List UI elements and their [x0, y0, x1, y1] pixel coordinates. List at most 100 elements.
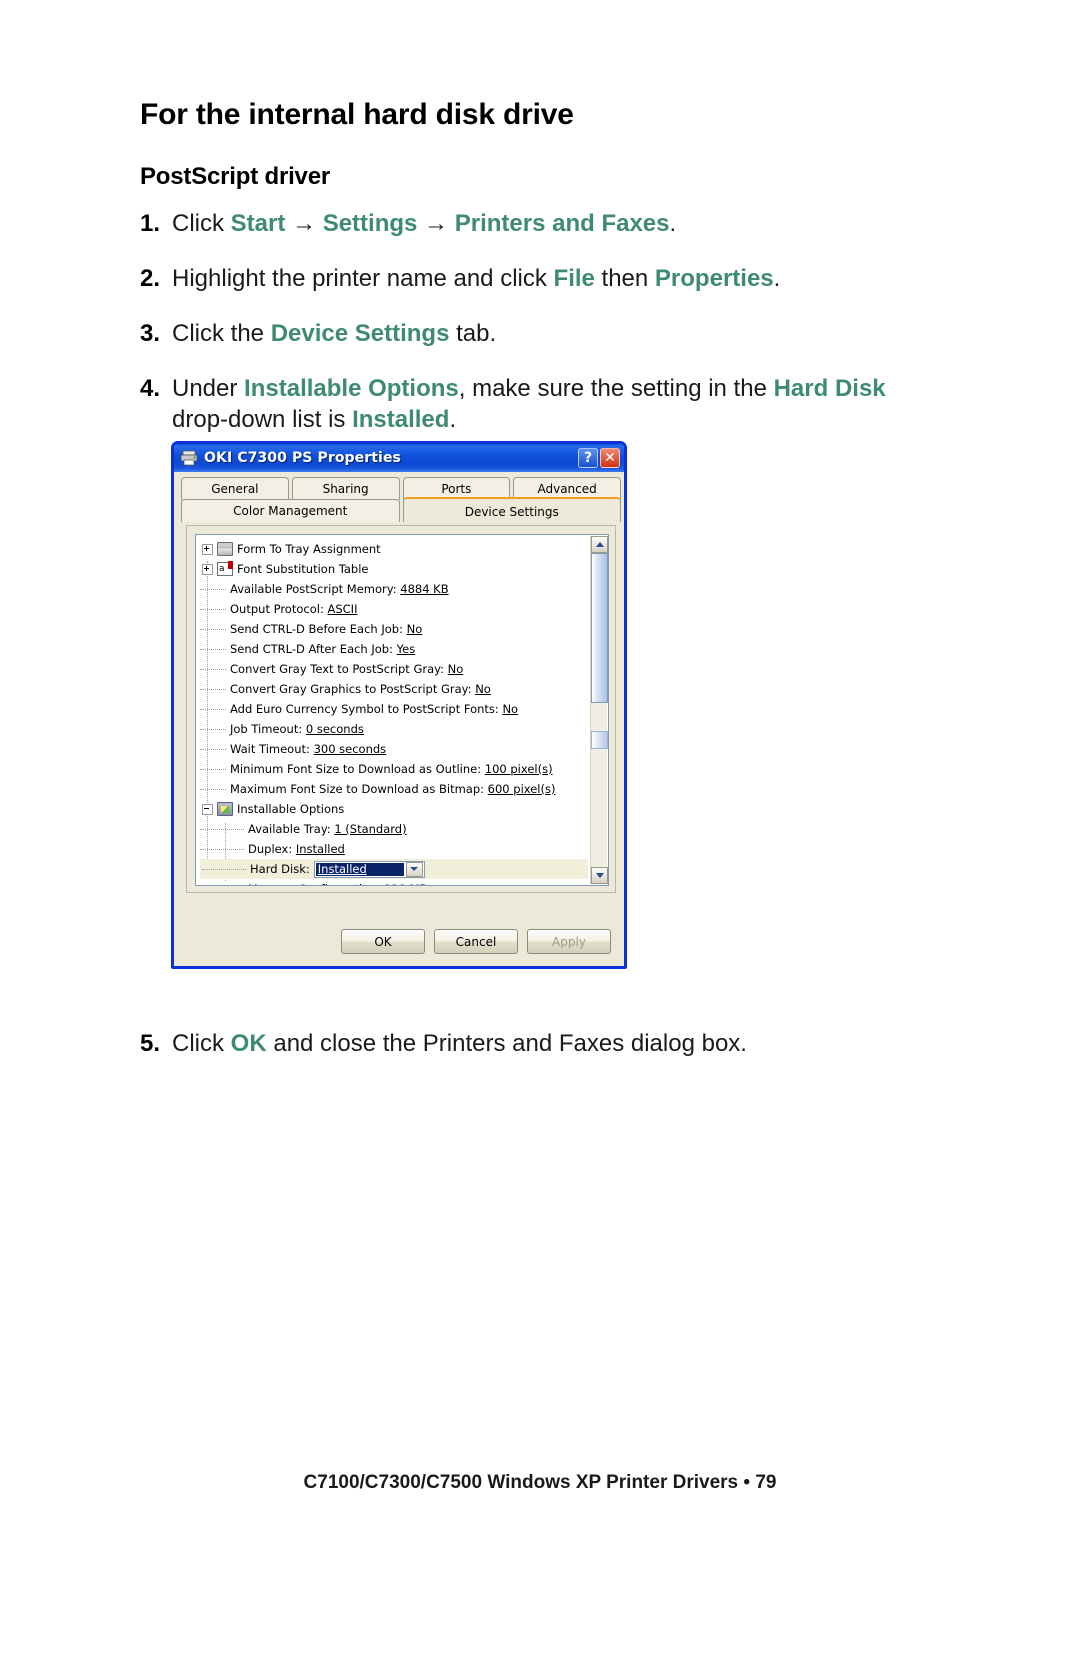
body-text: . [773, 265, 781, 292]
tree-item-hard-disk[interactable]: Hard Disk: Installed [200, 859, 588, 879]
step-text: Click the Device Settings tab. [172, 320, 496, 347]
help-icon[interactable]: ? [578, 448, 598, 468]
tree-connector [200, 748, 226, 750]
tab-color-management[interactable]: Color Management [181, 499, 400, 522]
tree-item-value-text: No [447, 662, 464, 676]
tree-item-value-text: 300 seconds [313, 742, 387, 756]
settings-tree-items: Form To Tray Assignment a Font Substitutio… [196, 537, 588, 885]
body-text: → [285, 210, 323, 237]
hard-disk-dropdown[interactable]: Installed [313, 860, 425, 878]
step-4: 4. Under Installable Options, make sure t… [140, 373, 900, 435]
apply-button: Apply [527, 929, 611, 954]
dropdown-selected-value: Installed [315, 862, 404, 876]
step-number: 4. [140, 375, 161, 402]
tree-item-duplex[interactable]: Duplex: Installed [200, 839, 588, 859]
tree-item-installable-options[interactable]: Installable Options [200, 799, 588, 819]
tree-item-send-ctrl-d-before[interactable]: Send CTRL-D Before Each Job: No [200, 619, 588, 639]
scroll-up-icon[interactable] [591, 536, 608, 553]
scrollbar-thumb[interactable] [591, 553, 608, 703]
tree-item-job-timeout[interactable]: Job Timeout: 0 seconds [200, 719, 588, 739]
tree-item-label: Add Euro Currency Symbol to PostScript F… [230, 702, 499, 716]
tree-item-convert-gray-graphics[interactable]: Convert Gray Graphics to PostScript Gray… [200, 679, 588, 699]
tree-connector [200, 708, 226, 710]
step-number: 1. [140, 210, 161, 237]
body-text: Under [172, 375, 245, 402]
tab-device-settings[interactable]: Device Settings [402, 497, 621, 522]
tree-item-value-text: No [475, 682, 491, 696]
chevron-down-icon[interactable] [405, 861, 423, 877]
body-text: Click [172, 1030, 231, 1057]
emphasis-text: Printers and Faxes [454, 210, 670, 237]
tree-item-value-text: No [406, 622, 423, 636]
ok-button[interactable]: OK [341, 929, 425, 954]
step-1: 1. Click Start → Settings → Printers and … [140, 208, 900, 239]
body-text: Highlight the printer name and click [172, 265, 554, 292]
tree-connector [200, 588, 226, 590]
step-3: 3. Click the Device Settings tab. [140, 318, 900, 349]
page-footer: C7100/C7300/C7500 Windows XP Printer Dri… [303, 1472, 777, 1493]
tree-connector [202, 868, 246, 870]
tree-item-font-substitution-table[interactable]: a Font Substitution Table [200, 559, 588, 579]
dialog-titlebar[interactable]: OKI C7300 PS Properties ? ✕ [174, 444, 624, 472]
tree-item-minimum-font-size[interactable]: Minimum Font Size to Download as Outline… [200, 759, 588, 779]
tab-sharing[interactable]: Sharing [291, 477, 400, 500]
tree-item-label: Font Substitution Table [237, 562, 369, 576]
step-number: 3. [140, 320, 161, 347]
scrollbar-grip[interactable] [591, 731, 608, 749]
tree-scrollbar[interactable] [590, 536, 608, 884]
tab-strip: General Sharing Ports Advanced Color Manage… [181, 477, 621, 525]
emphasis-text: Settings [322, 210, 418, 237]
step-number: 5. [140, 1030, 161, 1057]
expand-icon[interactable] [202, 563, 213, 575]
tree-item-value-text: ASCII [327, 602, 358, 616]
settings-tree[interactable]: Form To Tray Assignment a Font Substitutio… [195, 534, 609, 886]
emphasis-text: OK [230, 1030, 267, 1057]
tree-item-convert-gray-text[interactable]: Convert Gray Text to PostScript Gray: No [200, 659, 588, 679]
expand-icon[interactable] [202, 543, 213, 555]
section-subtitle: PostScript driver [140, 163, 330, 190]
emphasis-text: File [553, 265, 595, 292]
tree-connector [200, 848, 244, 850]
tab-general[interactable]: General [181, 477, 289, 500]
step-text: Click OK and close the Printers and Faxe… [172, 1030, 747, 1057]
body-text: . [669, 210, 677, 237]
tree-item-memory-configuration[interactable]: Memory Configuration: 128 MB [200, 879, 588, 885]
button-label: OK [374, 934, 392, 949]
tree-item-value-text: 0 seconds [305, 722, 364, 736]
tree-item-available-tray[interactable]: Available Tray: 1 (Standard) [200, 819, 588, 839]
emphasis-text: Properties [654, 265, 774, 292]
tree-connector [200, 648, 226, 650]
body-text: Click [172, 210, 231, 237]
tree-connector [200, 788, 226, 790]
tree-item-form-to-tray-assignment[interactable]: Form To Tray Assignment [200, 539, 588, 559]
titlebar-buttons: ? ✕ [578, 448, 620, 468]
step-text: Highlight the printer name and click Fil… [172, 265, 780, 292]
button-label: Cancel [455, 934, 497, 949]
tree-item-label: Convert Gray Text to PostScript Gray: [230, 662, 444, 676]
tree-item-value-text: 4884 KB [400, 582, 449, 596]
tree-item-label: Hard Disk: [250, 862, 310, 876]
tree-item-output-protocol[interactable]: Output Protocol: ASCII [200, 599, 588, 619]
tree-item-label: Available PostScript Memory: [230, 582, 397, 596]
cancel-button[interactable]: Cancel [434, 929, 518, 954]
scroll-down-icon[interactable] [591, 867, 608, 884]
tree-item-label: Send CTRL-D After Each Job: [230, 642, 393, 656]
tree-item-add-euro-currency-symbol[interactable]: Add Euro Currency Symbol to PostScript F… [200, 699, 588, 719]
close-icon[interactable]: ✕ [600, 448, 620, 468]
tree-item-label: Duplex: [248, 842, 293, 856]
tree-item-maximum-font-size[interactable]: Maximum Font Size to Download as Bitmap:… [200, 779, 588, 799]
button-label: Apply [552, 934, 586, 949]
tree-connector [200, 668, 226, 670]
body-text: and close the Printers and Faxes dialog … [266, 1030, 747, 1057]
tree-item-wait-timeout[interactable]: Wait Timeout: 300 seconds [200, 739, 588, 759]
step-2: 2. Highlight the printer name and click F… [140, 263, 900, 294]
tree-item-available-postscript-memory[interactable]: Available PostScript Memory: 4884 KB [200, 579, 588, 599]
numbered-step-list: 1. Click Start → Settings → Printers and … [140, 208, 900, 459]
tab-label: Advanced [537, 482, 597, 496]
emphasis-text: Installable Options [244, 375, 459, 402]
tree-item-send-ctrl-d-after[interactable]: Send CTRL-D After Each Job: Yes [200, 639, 588, 659]
tree-item-value-text: 600 pixel(s) [487, 782, 556, 796]
collapse-icon[interactable] [202, 803, 213, 815]
folder-icon [217, 802, 233, 816]
emphasis-text: Hard Disk [773, 375, 886, 402]
